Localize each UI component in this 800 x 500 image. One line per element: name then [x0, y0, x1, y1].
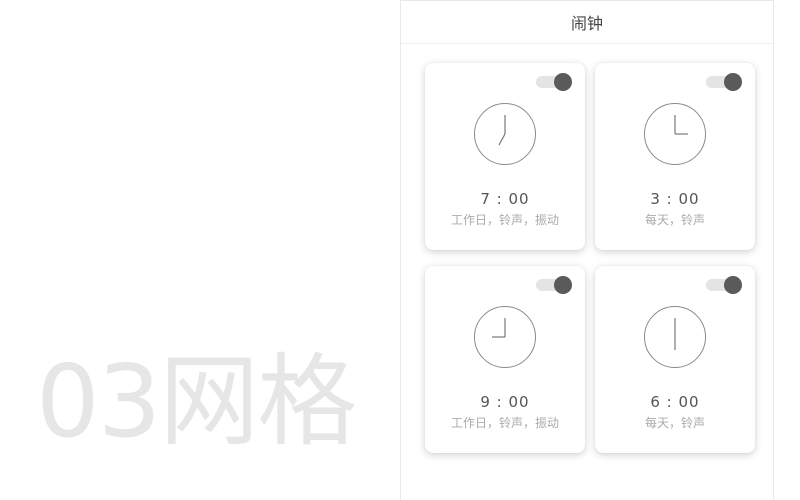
page-title: 闹钟: [570, 14, 603, 33]
toggle-knob: [554, 276, 572, 294]
alarm-toggle[interactable]: [536, 276, 572, 294]
alarm-card[interactable]: 7 : 00 工作日，铃声，振动: [425, 63, 585, 250]
toggle-knob: [724, 276, 742, 294]
nav-bar: 闹钟: [401, 0, 773, 44]
alarm-time: 9 : 00: [480, 393, 530, 411]
alarm-toggle[interactable]: [536, 73, 572, 91]
alarm-time: 7 : 00: [480, 190, 530, 208]
alarm-time: 6 : 00: [650, 393, 700, 411]
clock-icon: [474, 103, 536, 165]
alarm-desc: 工作日，铃声，振动: [450, 416, 559, 430]
toggle-knob: [724, 73, 742, 91]
alarm-toggle[interactable]: [706, 73, 742, 91]
clock-icon: [644, 306, 706, 368]
toggle-knob: [554, 73, 572, 91]
clock-icon: [474, 306, 536, 368]
alarm-desc: 每天，铃声: [644, 213, 705, 227]
alarm-desc: 每天，铃声: [644, 416, 705, 430]
alarm-card[interactable]: 6 : 00 每天，铃声: [595, 266, 755, 453]
alarm-time: 3 : 00: [650, 190, 700, 208]
alarm-card[interactable]: 3 : 00 每天，铃声: [595, 63, 755, 250]
clock-icon: [644, 103, 706, 165]
section-label: 03网格: [36, 343, 357, 460]
alarm-desc: 工作日，铃声，振动: [450, 213, 559, 227]
alarm-card[interactable]: 9 : 00 工作日，铃声，振动: [425, 266, 585, 453]
alarm-toggle[interactable]: [706, 276, 742, 294]
